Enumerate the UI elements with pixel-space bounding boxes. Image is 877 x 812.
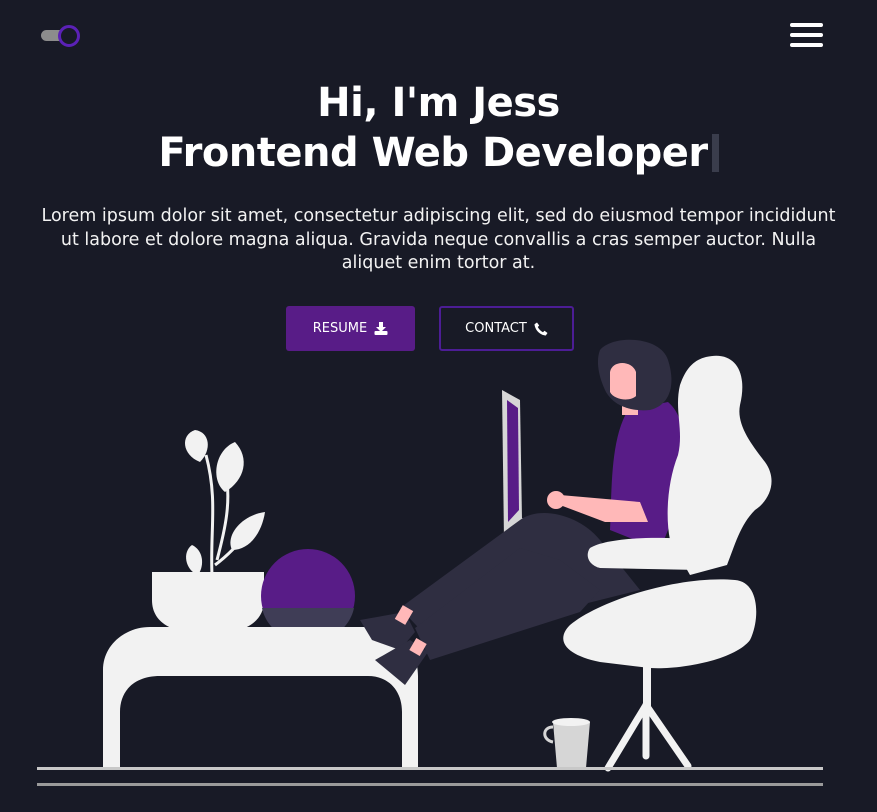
hamburger-menu-icon[interactable] bbox=[790, 22, 824, 48]
role-line: Frontend Web Developer bbox=[0, 128, 877, 178]
floor-line bbox=[37, 783, 823, 786]
plant-icon bbox=[184, 430, 265, 576]
toggle-knob-icon bbox=[58, 25, 80, 47]
theme-toggle[interactable] bbox=[41, 25, 80, 47]
cup-icon bbox=[543, 718, 590, 768]
menu-bar bbox=[790, 43, 823, 47]
plant-pot-icon bbox=[152, 572, 264, 634]
developer-illustration bbox=[37, 339, 823, 786]
hero-title: Hi, I'm Jess Frontend Web Developer bbox=[0, 78, 877, 178]
table-icon bbox=[103, 627, 418, 768]
role-text: Frontend Web Developer bbox=[158, 130, 708, 176]
menu-bar bbox=[790, 33, 823, 37]
floor-line bbox=[37, 767, 823, 770]
typing-caret bbox=[711, 134, 719, 172]
intro-paragraph: Lorem ipsum dolor sit amet, consectetur … bbox=[41, 206, 836, 273]
greeting: Hi, I'm Jess bbox=[317, 80, 560, 126]
menu-bar bbox=[790, 23, 823, 27]
